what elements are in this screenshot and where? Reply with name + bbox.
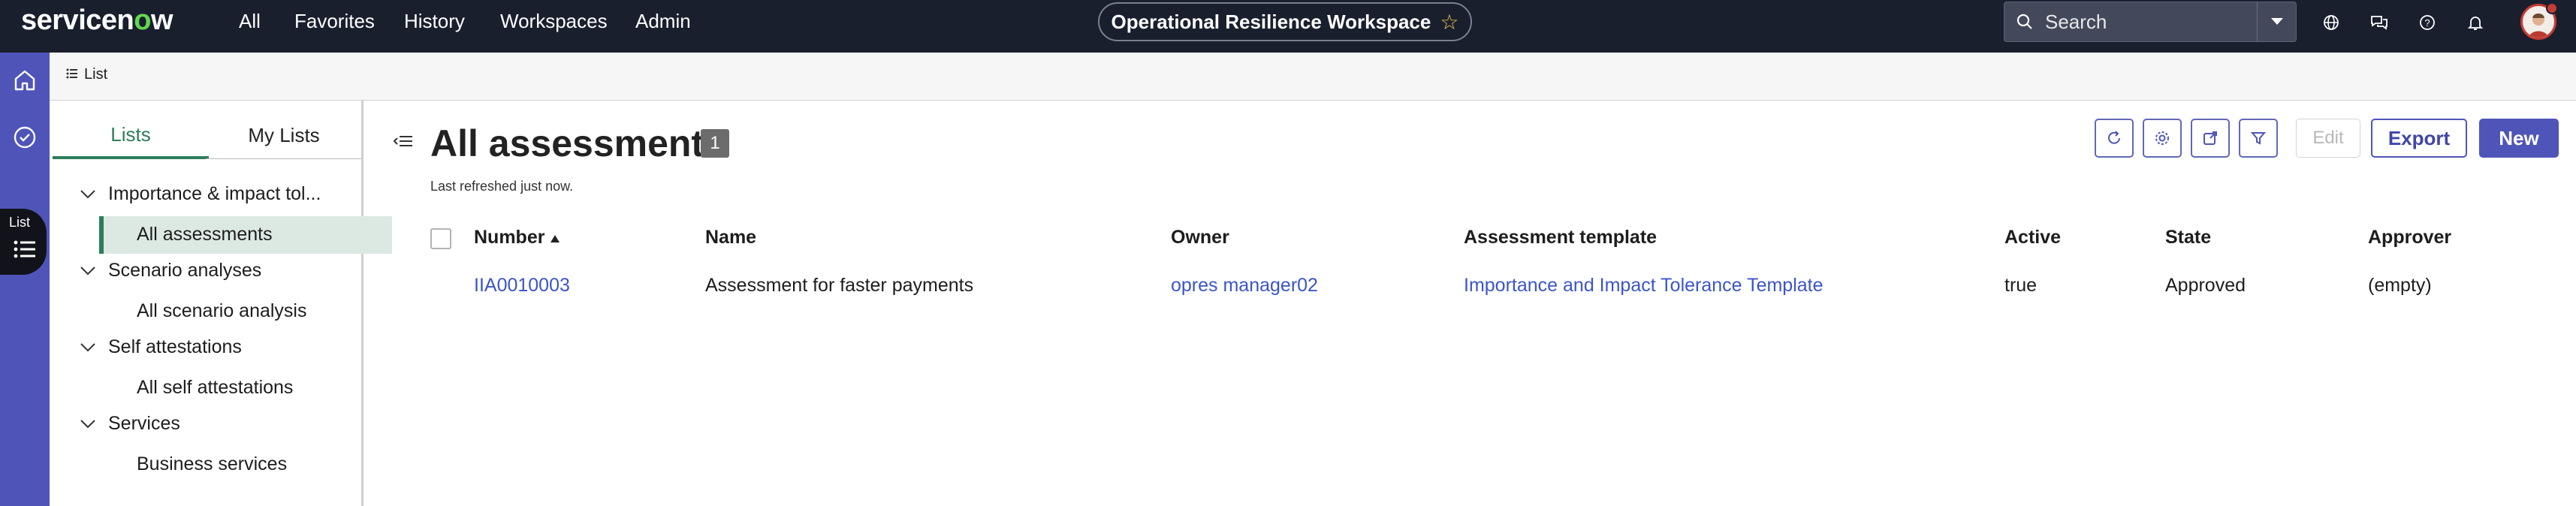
tab-my-lists[interactable]: My Lists <box>206 113 362 159</box>
tab-lists[interactable]: Lists <box>53 113 209 159</box>
search-icon <box>2004 13 2045 31</box>
sidebar-group-label: Importance & impact tol... <box>108 183 321 204</box>
sort-ascending-icon <box>550 227 560 248</box>
workspace-tab-bar: List <box>50 53 2576 101</box>
workspace-title-pill[interactable]: Operational Resilience Workspace ☆ <box>1098 2 1472 41</box>
nav-favorites[interactable]: Favorites <box>294 10 375 33</box>
collapse-sidebar-icon[interactable] <box>393 134 414 152</box>
last-refreshed-text: Last refreshed just now. <box>430 179 574 194</box>
sidebar-group-label: Self attestations <box>108 336 242 357</box>
sidebar-item-all-self-attestations[interactable]: All self attestations <box>137 377 293 399</box>
row-template-link[interactable]: Importance and Impact Tolerance Template <box>1464 275 1823 297</box>
tab-list[interactable]: List <box>66 66 107 83</box>
edit-button[interactable]: Edit <box>2296 119 2360 158</box>
nav-workspaces[interactable]: Workspaces <box>500 10 608 33</box>
workspace-title: Operational Resilience Workspace <box>1111 10 1431 33</box>
app-rail: List <box>0 53 50 506</box>
record-count-badge: 1 <box>701 129 729 158</box>
nav-all[interactable]: All <box>239 10 261 33</box>
sidebar-group-label: Scenario analyses <box>108 260 262 281</box>
gear-icon[interactable] <box>2143 119 2182 158</box>
row-name: Assessment for faster payments <box>705 275 974 296</box>
row-active: true <box>2004 275 2038 296</box>
export-button[interactable]: Export <box>2371 119 2467 158</box>
column-header-active[interactable]: Active <box>2004 227 2061 248</box>
refresh-icon[interactable] <box>2095 119 2134 158</box>
sidebar-group-label: Services <box>108 413 180 434</box>
tab-list-label: List <box>84 66 108 83</box>
column-header-approver[interactable]: Approver <box>2368 227 2451 248</box>
check-circle-icon[interactable] <box>0 125 50 150</box>
page-title: All assessments <box>430 122 725 164</box>
bell-icon[interactable] <box>2460 8 2490 38</box>
list-main-panel: All assessments 1 Last refreshed just no… <box>366 101 2576 506</box>
column-header-assessment-template[interactable]: Assessment template <box>1464 227 1657 248</box>
sidebar-group-scenario[interactable]: Scenario analyses <box>80 260 261 282</box>
globe-icon[interactable] <box>2316 8 2346 38</box>
sidebar-item-business-services[interactable]: Business services <box>137 453 287 475</box>
column-header-name[interactable]: Name <box>705 227 756 248</box>
help-icon[interactable]: ? <box>2412 8 2442 38</box>
column-header-number[interactable]: Number <box>474 227 560 248</box>
column-header-state[interactable]: State <box>2165 227 2211 248</box>
select-all-checkbox[interactable] <box>430 228 451 249</box>
sidebar-group-services[interactable]: Services <box>80 413 180 435</box>
favorite-star-icon[interactable]: ☆ <box>1440 10 1458 35</box>
svg-text:?: ? <box>2424 17 2430 29</box>
avatar-status-badge <box>2546 2 2558 14</box>
list-sidebar: Lists My Lists Importance & impact tol..… <box>50 101 392 506</box>
row-state: Approved <box>2165 275 2246 296</box>
filter-icon[interactable] <box>2239 119 2278 158</box>
search-scope-dropdown[interactable] <box>2257 2 2296 41</box>
list-tab-icon <box>66 66 78 83</box>
sidebar-item-all-scenario-analysis[interactable]: All scenario analysis <box>137 300 307 322</box>
search-input[interactable] <box>2045 10 2233 34</box>
nav-admin[interactable]: Admin <box>635 10 691 33</box>
chevron-down-icon <box>80 339 96 356</box>
export-window-icon[interactable] <box>2191 119 2230 158</box>
chevron-down-icon <box>80 186 96 203</box>
new-button[interactable]: New <box>2479 119 2559 158</box>
row-owner-link[interactable]: opres manager02 <box>1171 275 1318 297</box>
global-search[interactable] <box>2004 2 2297 42</box>
top-navigation-bar: servicenow All Favorites History Workspa… <box>0 0 2576 53</box>
rail-tooltip: List <box>5 213 35 232</box>
chevron-down-icon <box>80 263 96 279</box>
chevron-down-icon <box>80 416 96 432</box>
sidebar-group-self-attestations[interactable]: Self attestations <box>80 336 242 358</box>
chat-icon[interactable] <box>2364 8 2394 38</box>
nav-history[interactable]: History <box>404 10 465 33</box>
row-number-link[interactable]: IIA0010003 <box>474 275 570 297</box>
list-icon[interactable] <box>0 239 50 260</box>
home-icon[interactable] <box>0 68 50 93</box>
sidebar-group-importance[interactable]: Importance & impact tol... <box>80 183 321 205</box>
servicenow-logo[interactable]: servicenow <box>21 5 173 37</box>
sidebar-item-all-assessments[interactable]: All assessments <box>137 224 273 245</box>
column-header-owner[interactable]: Owner <box>1171 227 1229 248</box>
column-label: Number <box>474 227 545 248</box>
row-approver: (empty) <box>2368 275 2432 296</box>
